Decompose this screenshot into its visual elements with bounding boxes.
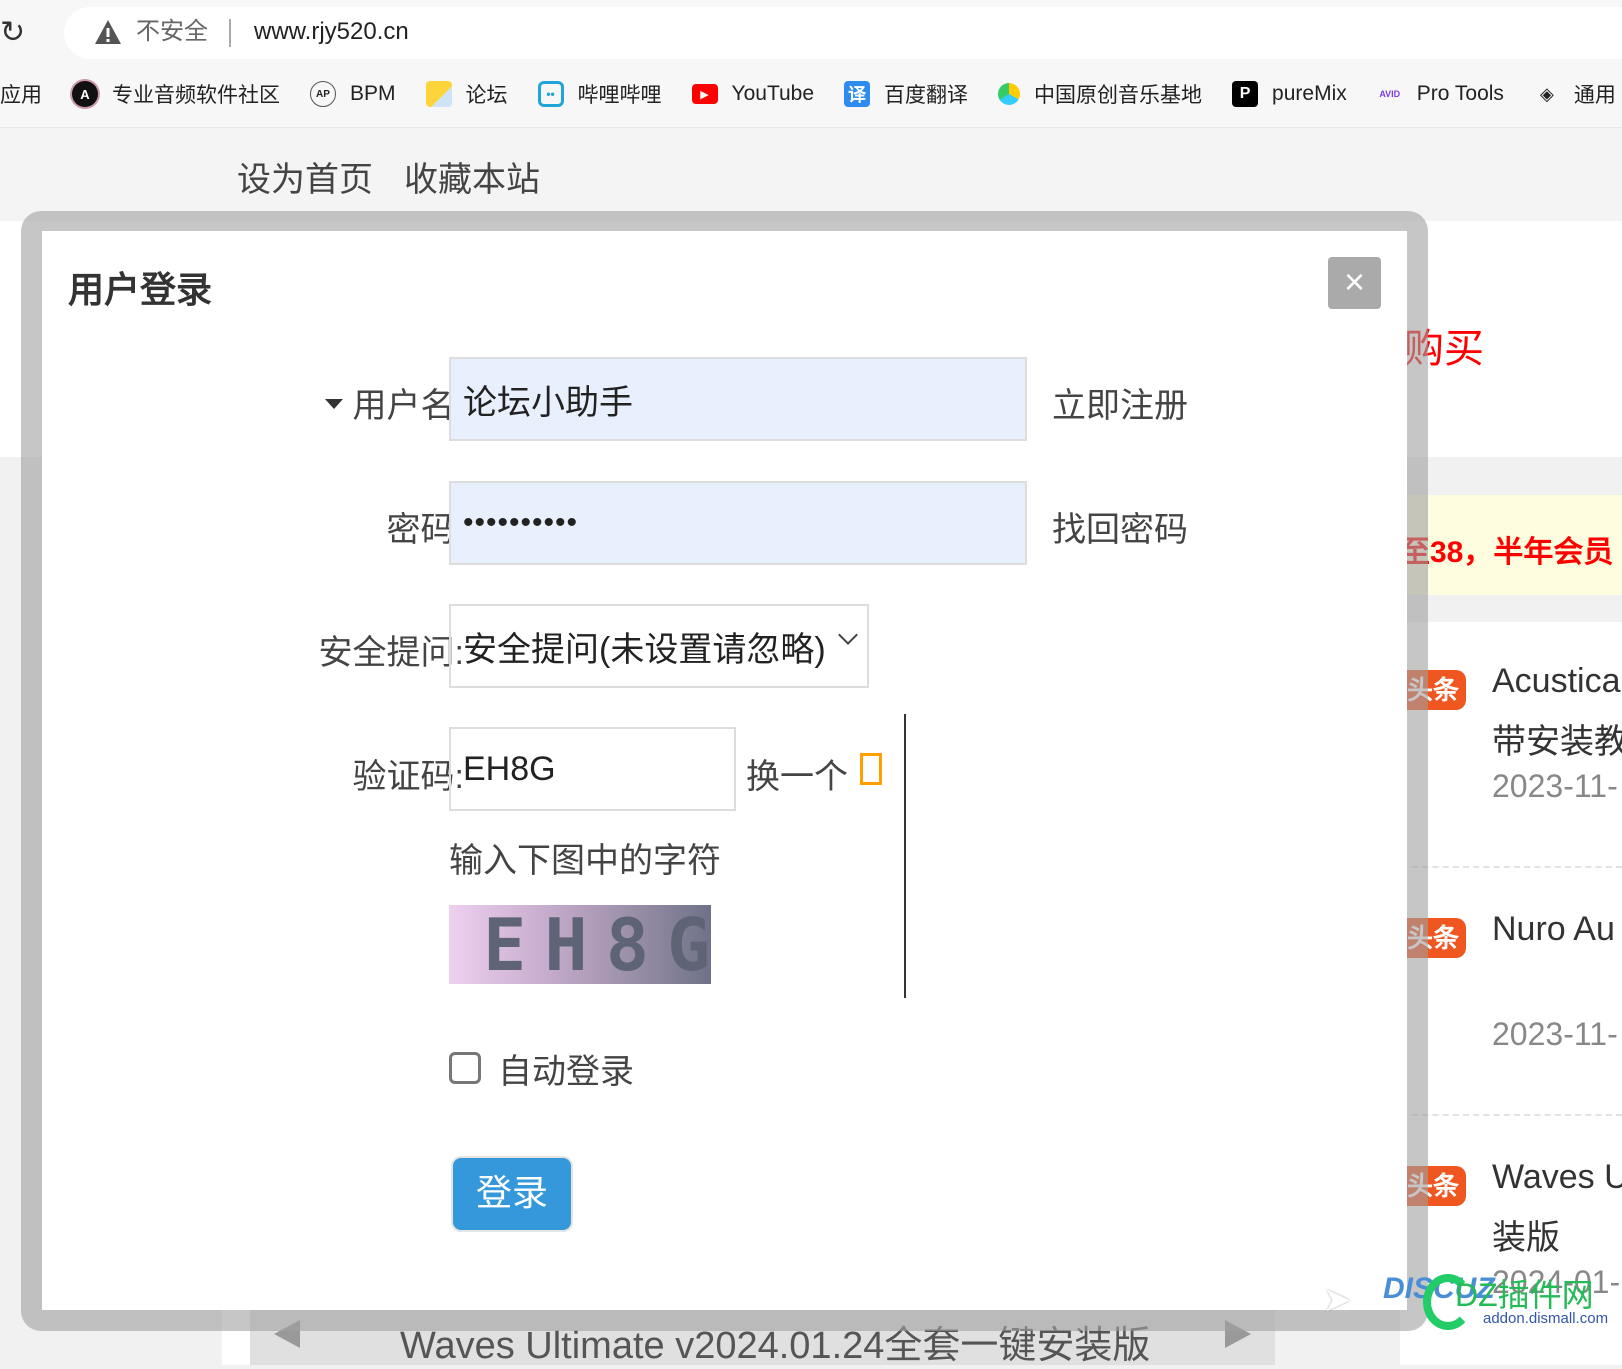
forum-icon: [425, 81, 452, 107]
promo-notice: 至38，半年会员: [1400, 495, 1622, 595]
dialog-title: 用户登录: [68, 269, 213, 310]
bookmark-label: Pro Tools: [1416, 82, 1504, 105]
ua-icon: ◈: [1540, 83, 1554, 104]
auto-login-label[interactable]: 自动登录: [498, 1044, 634, 1093]
bookmark-label: 应用: [0, 84, 42, 107]
youtube-icon: ▶: [691, 84, 718, 104]
password-input[interactable]: ••••••••••: [449, 481, 1027, 565]
news-list: 头条 Acustica 带安装教 2023-11- 头条 Nuro Au 202…: [1400, 622, 1622, 1365]
captcha-label: 验证码:: [352, 758, 464, 796]
watermark-domain: addon.dismall.com: [1483, 1310, 1609, 1327]
security-status[interactable]: 不安全: [136, 17, 208, 47]
set-homepage-link[interactable]: 设为首页: [237, 152, 373, 201]
news-date: 2023-11-: [1492, 768, 1618, 804]
translate-icon: 译: [844, 81, 871, 107]
security-question-value: 安全提问(未设置请忽略): [463, 630, 826, 669]
security-question-select[interactable]: 安全提问(未设置请忽略): [449, 604, 869, 688]
register-link[interactable]: 立即注册: [1052, 378, 1188, 427]
watermark: ➤ DISCUZ DZ插件网 addon.dismall.com: [1323, 1270, 1622, 1350]
caret-down-icon[interactable]: [324, 399, 343, 410]
bookmark-site-link[interactable]: 收藏本站: [404, 152, 540, 201]
password-value: ••••••••••: [463, 506, 579, 539]
bookmark-bilibili[interactable]: •• 哔哩哔哩: [537, 79, 662, 109]
close-icon: ×: [1343, 261, 1366, 302]
captcha-input[interactable]: EH8G: [449, 727, 736, 811]
address-bar[interactable]: 不安全 www.rjy520.cn: [64, 7, 1622, 59]
promo-text: 至38，半年会员: [1400, 536, 1614, 569]
forgot-password-link[interactable]: 找回密码: [1052, 502, 1188, 551]
captcha-image-text: EH8G: [483, 905, 711, 984]
address-separator: [229, 19, 231, 47]
bilibili-icon: ••: [537, 81, 564, 107]
bookmark-label: 通用: [1573, 84, 1616, 107]
bookmark-label: YouTube: [731, 82, 815, 105]
bookmark-ua[interactable]: ◈ 通用: [1534, 79, 1616, 109]
bookmark-label: 百度翻译: [884, 84, 969, 107]
news-date: 2023-11-: [1492, 1016, 1618, 1052]
bookmark-puremix[interactable]: PpureMix: [1232, 81, 1347, 107]
username-label-text: 用户名:: [352, 387, 464, 425]
bookmark-bpm[interactable]: AP BPM: [310, 81, 396, 107]
username-label[interactable]: 用户名:: [282, 378, 464, 427]
reload-icon[interactable]: ↻: [0, 16, 32, 50]
bookmark-label: 哔哩哔哩: [577, 84, 662, 107]
bookmark-forum[interactable]: 论坛: [425, 79, 508, 109]
news-title[interactable]: Waves U: [1492, 1158, 1622, 1197]
captcha-value: EH8G: [463, 749, 556, 788]
close-button[interactable]: ×: [1328, 257, 1381, 309]
login-button[interactable]: 登录: [451, 1156, 573, 1232]
bookmark-pro-tools[interactable]: AVID Pro Tools: [1377, 81, 1504, 107]
login-dialog: 用户登录 × 用户名: 论坛小助手 立即注册 密码: •••••••••• 找回…: [42, 231, 1407, 1310]
bookmark-label: pureMix: [1272, 82, 1347, 105]
bookmark-label: BPM: [350, 82, 396, 105]
bookmark-label: 论坛: [465, 84, 508, 107]
bookmark-baidu-translate[interactable]: 译百度翻译: [844, 79, 968, 109]
bookmark-apps[interactable]: 应用: [0, 79, 42, 109]
ap-icon: AP: [310, 81, 336, 107]
username-value: 论坛小助手: [463, 383, 633, 422]
browser-chrome: ↻ 不安全 www.rjy520.cn 应用 A 专业音频软件社区 AP BPM 论…: [0, 0, 1622, 128]
audio-community-icon: A: [72, 81, 98, 107]
refresh-captcha-link[interactable]: 换一个: [746, 749, 848, 798]
username-input[interactable]: 论坛小助手: [449, 357, 1027, 441]
divider: [1412, 866, 1622, 868]
url-text[interactable]: www.rjy520.cn: [254, 17, 409, 47]
bookmarks-bar: 应用 A 专业音频软件社区 AP BPM 论坛 •• 哔哩哔哩 ▶ YouTube 译百…: [0, 74, 1622, 114]
bookmark-music-base[interactable]: 中国原创音乐基地: [998, 79, 1202, 109]
avid-icon: AVID: [1379, 89, 1401, 99]
bookmark-youtube[interactable]: ▶ YouTube: [691, 82, 815, 106]
vertical-divider: [904, 714, 906, 998]
news-title[interactable]: Nuro Au: [1492, 910, 1615, 949]
puremix-icon: P: [1232, 81, 1259, 107]
bookmark-audio-community[interactable]: A 专业音频软件社区: [72, 79, 280, 109]
bookmark-label: 中国原创音乐基地: [1034, 84, 1203, 107]
paper-plane-icon: ➤: [1323, 1281, 1352, 1319]
news-subtitle: 带安装教: [1492, 723, 1622, 761]
captcha-hint: 输入下图中的字符: [449, 842, 721, 880]
divider: [1412, 1114, 1622, 1116]
auto-login-checkbox[interactable]: [449, 1052, 481, 1084]
captcha-image[interactable]: EH8G: [449, 905, 711, 984]
news-title[interactable]: Acustica: [1492, 662, 1621, 701]
missing-glyph-icon: [860, 753, 882, 785]
security-question-label: 安全提问:: [318, 634, 464, 672]
chevron-down-icon: [838, 625, 858, 645]
music-base-icon: [998, 83, 1021, 105]
news-subtitle: 装版: [1492, 1219, 1560, 1257]
bookmark-label: 专业音频软件社区: [112, 84, 280, 107]
warning-icon: [95, 20, 121, 44]
password-label: 密码:: [386, 511, 464, 549]
